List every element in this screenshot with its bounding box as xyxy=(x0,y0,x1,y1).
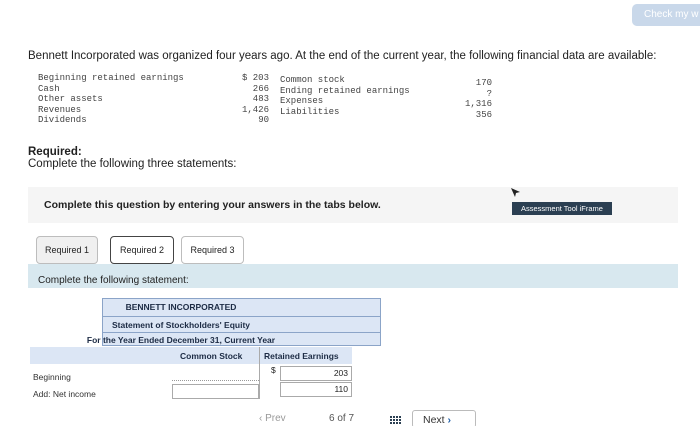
fin-value: 1,316 xyxy=(464,99,492,110)
fin-label: Ending retained earnings xyxy=(280,85,410,96)
statement-period: For the Year Ended December 31, Current … xyxy=(86,335,276,345)
fin-label: Dividends xyxy=(38,115,87,126)
prev-button[interactable]: ‹ Prev xyxy=(259,413,286,424)
fin-value: ? xyxy=(486,88,492,99)
common-stock-net-income-input[interactable] xyxy=(172,384,259,399)
fin-label: Cash xyxy=(38,83,60,94)
cursor-arrow-icon xyxy=(511,188,520,197)
required-heading: Required: xyxy=(28,146,82,158)
column-separator xyxy=(259,347,260,399)
fin-label: Common stock xyxy=(280,75,345,85)
tab-required-1[interactable]: Required 1 xyxy=(36,236,98,264)
currency-symbol: $ xyxy=(271,365,276,375)
divider xyxy=(102,332,381,333)
statement-name: Statement of Stockholders' Equity xyxy=(111,320,251,330)
prev-label: Prev xyxy=(265,413,286,424)
financial-labels-left: Beginning retained earnings Cash Other a… xyxy=(38,73,184,126)
grid-icon[interactable] xyxy=(390,416,402,424)
fin-label: Expenses xyxy=(280,96,324,107)
tab-required-3[interactable]: Required 3 xyxy=(181,236,244,264)
tab-required-2[interactable]: Required 2 xyxy=(110,236,174,264)
question-prompt: Complete this question by entering your … xyxy=(44,199,381,211)
divider xyxy=(102,316,381,317)
page-indicator: 6 of 7 xyxy=(329,413,355,424)
fin-value: 266 xyxy=(252,83,269,94)
retained-earnings-net-income-value: 110 xyxy=(334,384,348,394)
tab-content-title: Complete the following statement: xyxy=(38,275,189,286)
next-button[interactable]: Next › xyxy=(412,410,476,426)
assessment-tool-label: Assessment Tool iFrame xyxy=(512,202,612,215)
financial-values-left: $ 203 266 483 1,426 90 xyxy=(225,73,269,126)
fin-label: Other assets xyxy=(38,94,103,105)
fin-value: 170 xyxy=(475,78,492,88)
fin-value: $ 203 xyxy=(241,73,269,83)
fin-label: Revenues xyxy=(38,104,82,115)
col-header-retained-earnings: Retained Earnings xyxy=(264,351,339,361)
fin-value: 1,426 xyxy=(241,104,269,115)
fin-value: 483 xyxy=(252,94,269,105)
fin-value: 356 xyxy=(475,109,492,120)
chevron-right-icon: › xyxy=(447,414,452,426)
stockholders-equity-statement: BENNETT INCORPORATED Statement of Stockh… xyxy=(30,298,381,402)
row-label-net-income: Add: Net income xyxy=(33,389,96,399)
fin-value: 90 xyxy=(258,115,269,126)
statement-company: BENNETT INCORPORATED xyxy=(125,302,237,312)
financial-labels-right: Common stock Ending retained earnings Ex… xyxy=(280,75,410,117)
required-instruction: Complete the following three statements: xyxy=(28,158,237,170)
row-label-beginning: Beginning xyxy=(33,372,71,382)
check-my-work-button[interactable]: Check my w xyxy=(632,4,700,26)
fin-label: Beginning retained earnings xyxy=(38,73,184,83)
common-stock-beginning-input[interactable] xyxy=(172,366,259,381)
col-header-common-stock: Common Stock xyxy=(180,351,243,361)
fin-label: Liabilities xyxy=(280,106,340,117)
problem-intro: Bennett Incorporated was organized four … xyxy=(28,50,657,62)
financial-values-right: 170 ? 1,316 356 xyxy=(440,78,492,120)
retained-earnings-beginning-value: 203 xyxy=(333,368,348,378)
next-label: Next xyxy=(423,414,445,426)
